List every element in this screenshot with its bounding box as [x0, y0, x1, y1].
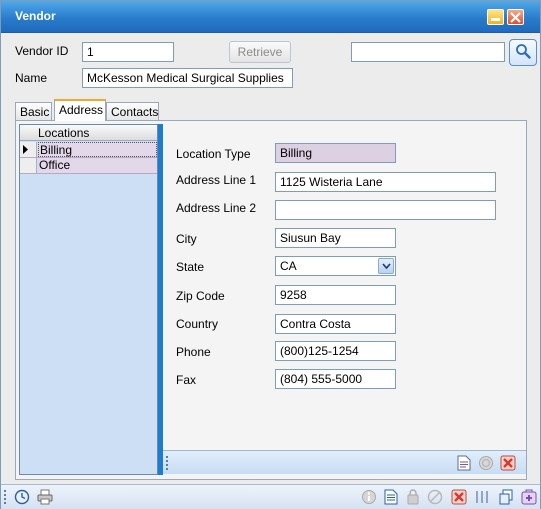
close-icon[interactable] — [507, 9, 524, 25]
name-label: Name — [15, 71, 48, 85]
document-list-icon[interactable] — [382, 488, 400, 506]
state-label: State — [176, 260, 205, 274]
zip-code-label: Zip Code — [176, 289, 225, 303]
lock-icon[interactable] — [404, 488, 422, 506]
locations-column-header[interactable]: Locations — [20, 125, 157, 141]
city-field[interactable]: Siusun Bay — [275, 228, 396, 248]
add-record-icon[interactable] — [519, 487, 539, 507]
city-label: City — [176, 232, 197, 246]
location-type-label: Location Type — [176, 147, 251, 161]
phone-field[interactable]: (800)125-1254 — [275, 341, 396, 361]
column-separator-icon — [473, 488, 493, 506]
locations-grid[interactable]: Locations Billing Office — [19, 124, 158, 475]
address-line1-label: Address Line 1 — [176, 173, 257, 187]
printer-icon[interactable] — [36, 488, 54, 506]
row-selector-arrow-icon — [20, 142, 37, 157]
address-line2-label: Address Line 2 — [176, 201, 257, 215]
vendor-id-field[interactable]: 1 — [82, 42, 174, 62]
title-bar[interactable]: Vendor — [1, 1, 540, 33]
row-selector — [20, 158, 37, 173]
status-bar — [1, 484, 540, 509]
search-input[interactable] — [351, 42, 505, 62]
phone-label: Phone — [176, 345, 211, 359]
tab-address[interactable]: Address — [54, 99, 106, 121]
locations-header-label: Locations — [38, 126, 90, 140]
info-icon[interactable] — [360, 488, 378, 506]
minimize-icon[interactable] — [487, 9, 504, 25]
cancel-icon[interactable] — [477, 454, 495, 472]
search-button[interactable] — [509, 39, 537, 66]
country-label: Country — [176, 317, 219, 331]
country-field[interactable]: Contra Costa — [275, 314, 396, 334]
clock-icon[interactable] — [13, 488, 31, 506]
magnifier-icon — [515, 43, 531, 62]
state-value: CA — [280, 259, 297, 273]
toolbar-grip[interactable] — [166, 456, 168, 472]
location-row-billing[interactable]: Billing — [20, 142, 157, 158]
detail-action-bar — [163, 450, 526, 474]
cancel-icon[interactable] — [426, 488, 444, 506]
name-field[interactable]: McKesson Medical Surgical Supplies — [82, 68, 293, 88]
fax-label: Fax — [176, 373, 197, 387]
statusbar-grip[interactable] — [4, 490, 6, 506]
tab-basic[interactable]: Basic — [15, 102, 52, 120]
tab-contacts[interactable]: Contacts — [106, 102, 159, 120]
location-row-office[interactable]: Office — [20, 158, 157, 174]
delete-icon[interactable] — [450, 488, 468, 506]
address-line1-field[interactable]: 1125 Wisteria Lane — [275, 172, 496, 192]
copy-icon[interactable] — [497, 488, 515, 506]
location-type-field: Billing — [275, 143, 396, 163]
delete-icon[interactable] — [499, 454, 517, 472]
location-cell[interactable]: Office — [38, 158, 157, 173]
zip-code-field[interactable]: 9258 — [275, 285, 396, 305]
state-select[interactable]: CA — [275, 256, 396, 276]
vendor-id-label: Vendor ID — [15, 44, 69, 58]
new-document-icon[interactable] — [455, 454, 473, 472]
chevron-down-icon[interactable] — [378, 258, 394, 274]
window-title: Vendor — [15, 9, 56, 23]
retrieve-button[interactable]: Retrieve — [229, 41, 291, 63]
address-line2-field[interactable] — [275, 200, 496, 220]
fax-field[interactable]: (804) 555-5000 — [275, 369, 396, 389]
location-cell[interactable]: Billing — [38, 142, 157, 157]
vendor-window: Vendor Vendor ID 1 Retrieve Name McKesso… — [0, 0, 541, 509]
